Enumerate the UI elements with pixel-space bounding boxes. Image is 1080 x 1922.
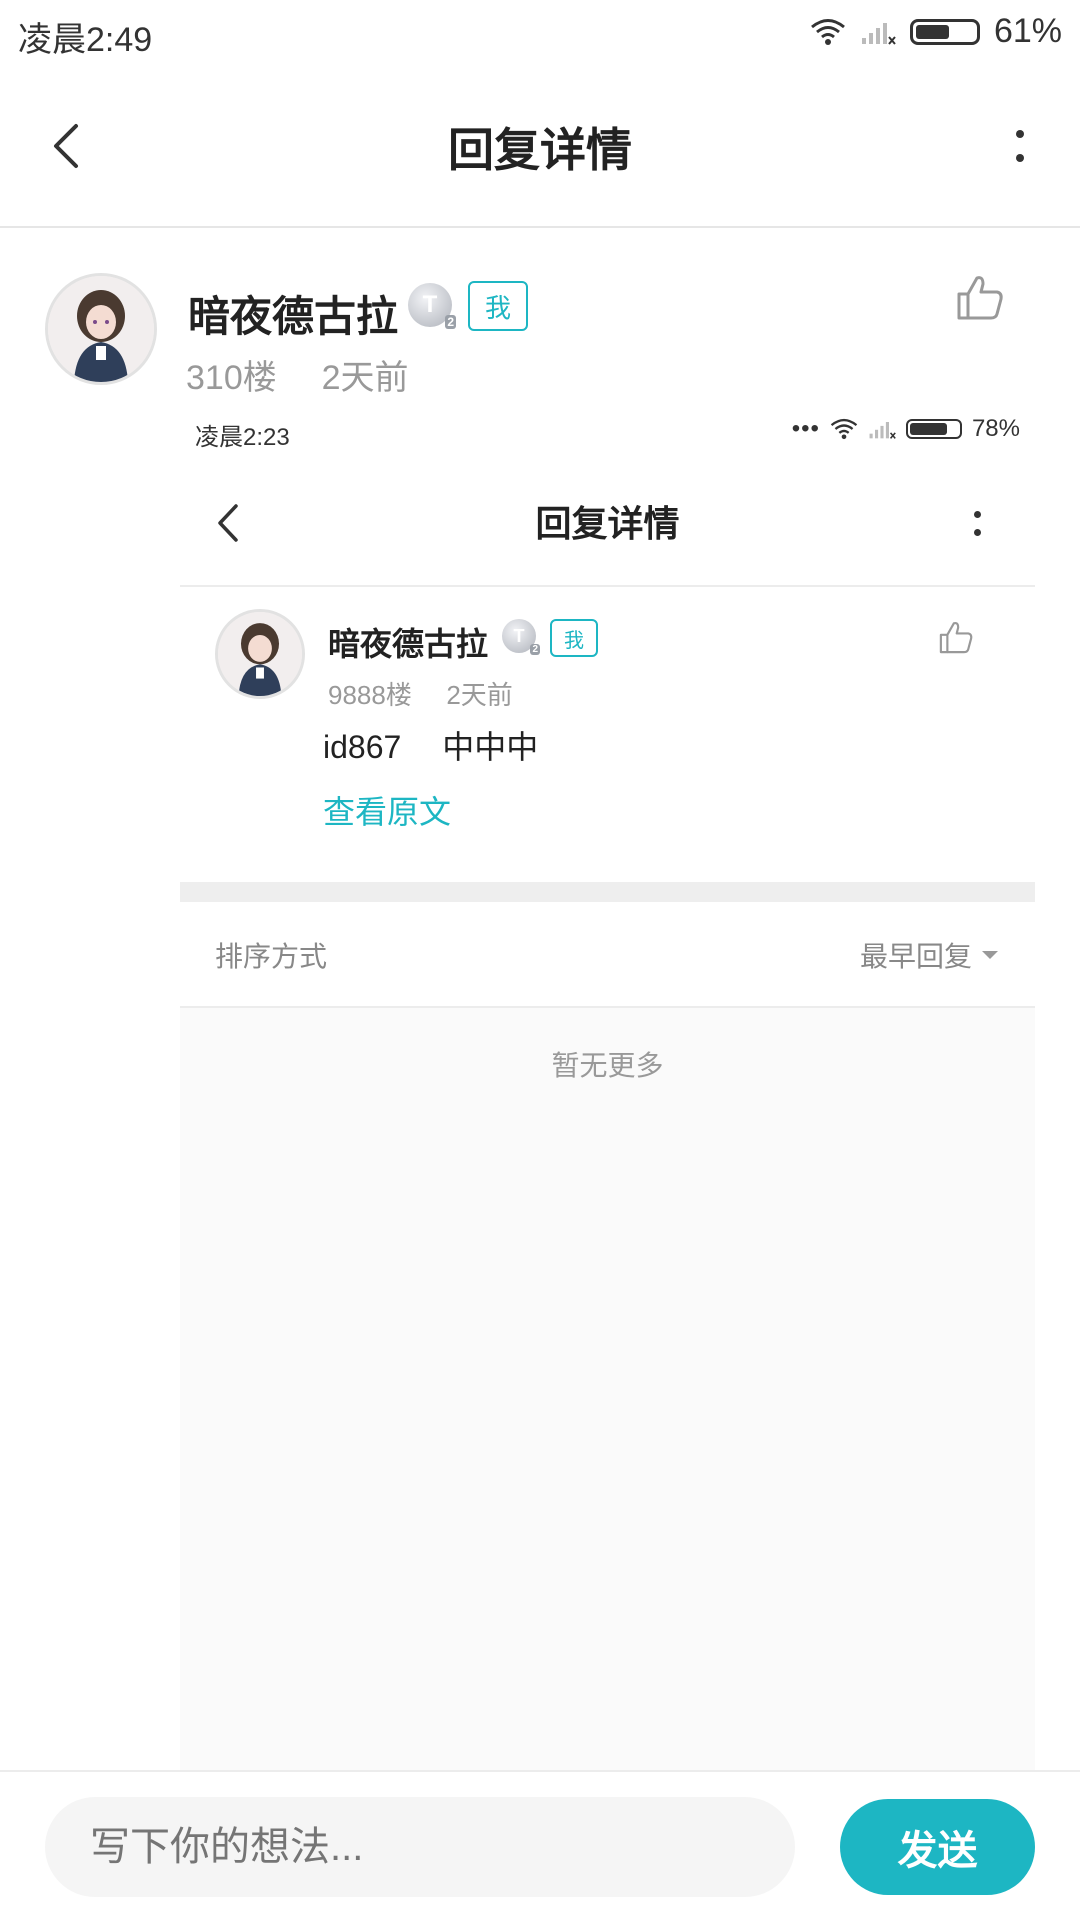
sort-label: 排序方式: [215, 941, 328, 972]
section-divider: [180, 882, 1035, 902]
attached-screenshot[interactable]: 凌晨2:23 ••• 78% 回复详情 暗夜德古拉 T 2 我 9888楼 2天…: [180, 405, 1035, 1770]
me-tag: 我: [468, 281, 528, 331]
thumbs-up-icon: [957, 276, 1003, 320]
embedded-me-tag: 我: [550, 619, 598, 657]
battery-icon: [905, 419, 962, 439]
level-badge-sub: 2: [530, 644, 540, 655]
post-time: 2天前: [321, 359, 409, 397]
header: 回复详情: [0, 64, 1080, 228]
sort-bar: 排序方式 最早回复: [180, 902, 1035, 1008]
send-button[interactable]: 发送: [840, 1799, 1035, 1895]
embedded-status-time: 凌晨2:23: [195, 424, 290, 451]
status-time: 凌晨2:49: [18, 21, 153, 59]
like-button[interactable]: [955, 272, 1005, 322]
embedded-username: 暗夜德古拉: [328, 626, 489, 662]
battery-icon: [909, 18, 980, 45]
floor-number: 310楼: [186, 359, 277, 397]
sort-select: 最早回复: [860, 935, 1000, 975]
view-original-link: 查看原文: [323, 794, 452, 830]
embedded-battery-fill: [909, 423, 947, 435]
signal-icon: [869, 422, 896, 439]
embedded-level-badge: T 2: [502, 619, 540, 655]
avatar-image: [48, 276, 154, 382]
embedded-status-right: ••• 78%: [792, 415, 1020, 443]
composer-bar: 发送: [0, 1770, 1080, 1922]
wifi-icon: [810, 18, 845, 45]
embedded-meta: 9888楼 2天前: [328, 675, 513, 712]
wifi-icon: [830, 418, 858, 440]
sort-value: 最早回复: [859, 941, 972, 972]
thumbs-up-icon: [939, 621, 973, 654]
embedded-title: 回复详情: [535, 503, 680, 544]
more-button[interactable]: [1000, 116, 1040, 176]
caret-down-icon: [982, 951, 998, 959]
empty-state-text: 暂无更多: [551, 1050, 664, 1081]
embedded-battery-percent: 78%: [971, 415, 1020, 442]
level-badge: T 2: [408, 283, 456, 329]
status-bar: 凌晨2:49 61%: [0, 0, 1080, 64]
battery-percent: 61%: [993, 12, 1062, 50]
embedded-header: 凌晨2:23 ••• 78% 回复详情: [180, 405, 1035, 587]
dots-icon: •••: [791, 415, 820, 442]
page-title: 回复详情: [448, 124, 632, 176]
username[interactable]: 暗夜德古拉: [188, 283, 398, 344]
comment-input[interactable]: [45, 1797, 795, 1897]
level-badge-sub: 2: [445, 315, 456, 329]
embedded-content: id867 中中中: [323, 729, 539, 765]
post-meta: 310楼 2天前: [186, 350, 409, 399]
avatar[interactable]: [45, 273, 157, 385]
battery-level-fill: [915, 24, 949, 39]
embedded-time: 2天前: [446, 680, 513, 710]
embedded-floor: 9888楼: [328, 680, 412, 710]
status-right: 61%: [810, 12, 1062, 51]
embedded-post: 暗夜德古拉 T 2 我 9888楼 2天前 id867 中中中 查看原文: [180, 587, 1035, 887]
avatar-image: [218, 612, 302, 696]
signal-icon: [861, 22, 896, 45]
more-vertical-icon: [968, 505, 988, 545]
embedded-avatar: [215, 609, 305, 699]
